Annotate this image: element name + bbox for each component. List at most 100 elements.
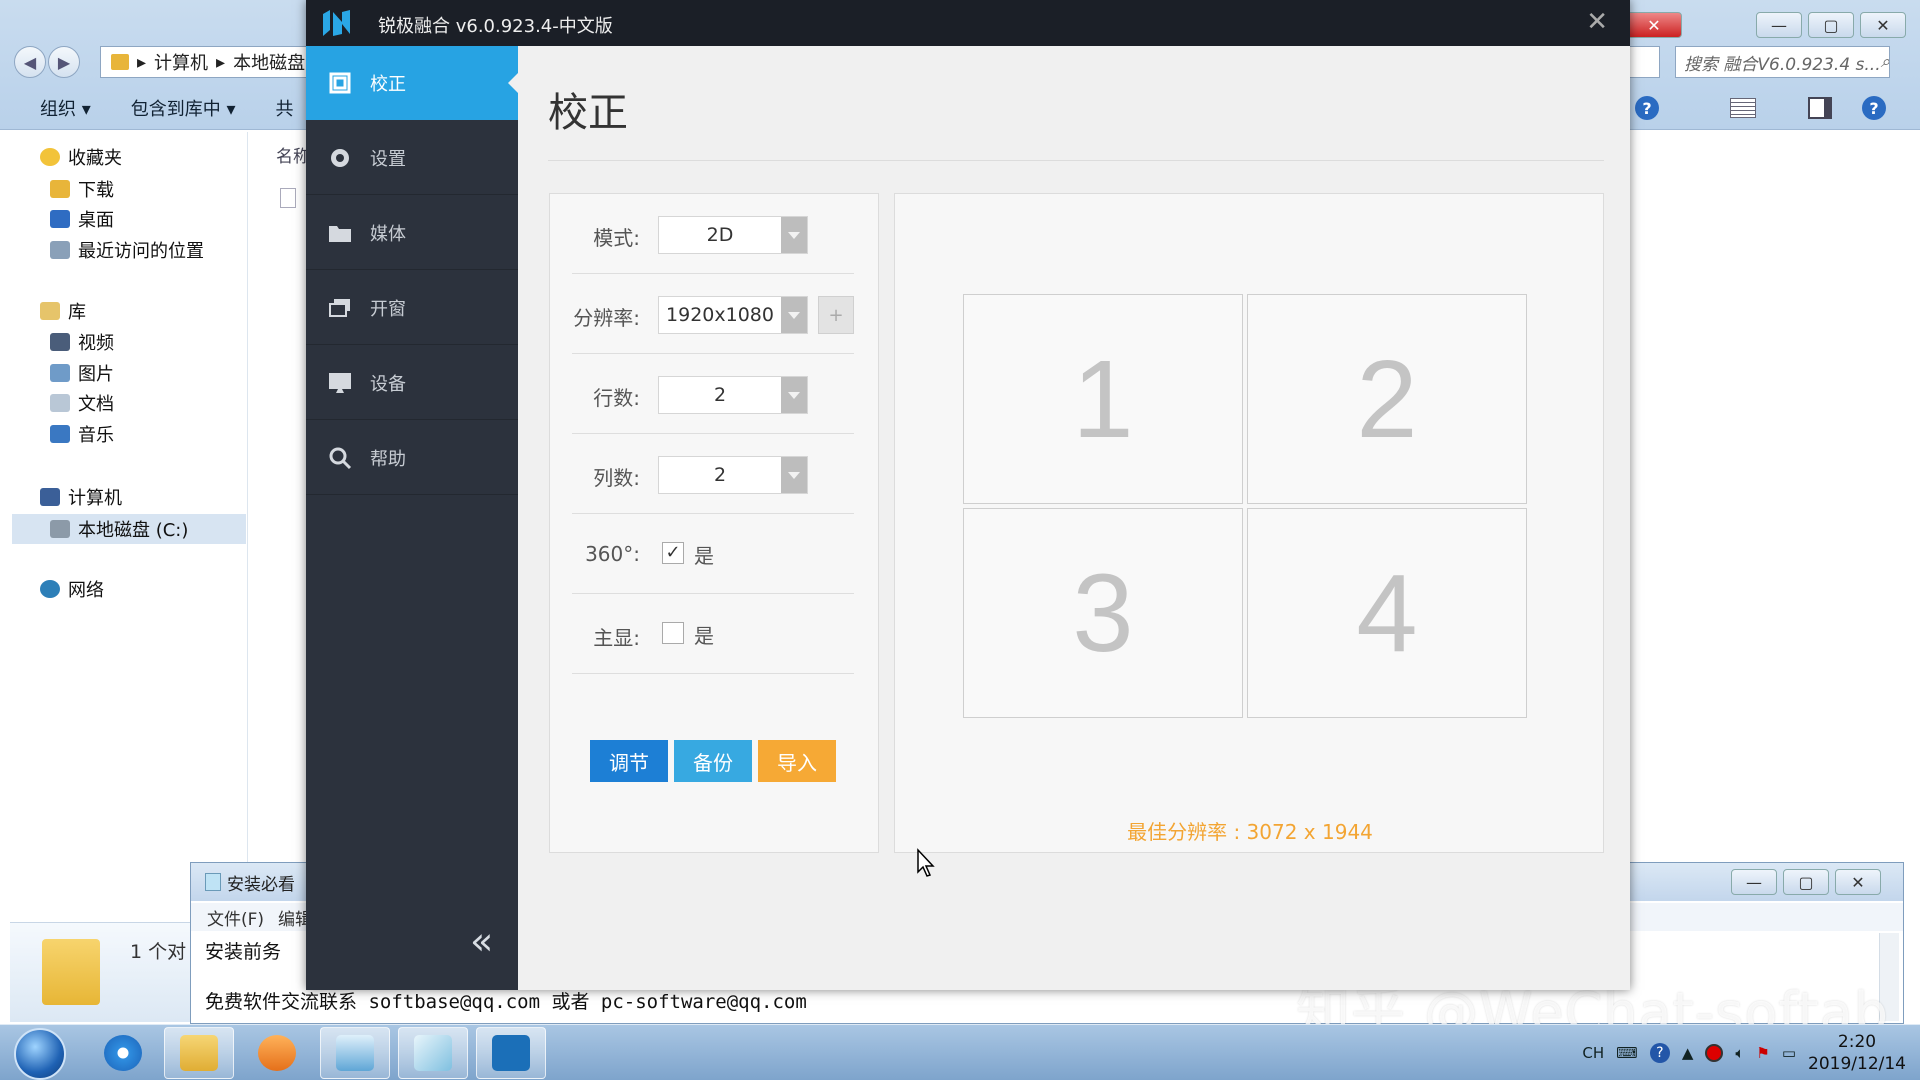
help-icon[interactable]: ? [1862, 96, 1886, 120]
taskbar-media-player[interactable] [242, 1027, 312, 1079]
nav-downloads[interactable]: 下载 [50, 176, 114, 202]
pictures-icon [50, 364, 70, 382]
screen-cell[interactable]: 2 [1247, 294, 1527, 504]
columns-label: 列数: [593, 466, 640, 490]
taskbar: CH ⌨ ? ▲ 🔈︎ ⚑ ▭ 2:20 2019/12/14 [0, 1024, 1920, 1080]
columns-value: 2 [713, 464, 727, 486]
clock[interactable]: 2:20 2019/12/14 [1808, 1031, 1906, 1075]
share-menu[interactable]: 共 [276, 95, 294, 121]
nav-documents[interactable]: 文档 [50, 390, 114, 416]
record-icon[interactable] [1705, 1044, 1724, 1062]
sidebar-item-settings[interactable]: 设置 [306, 121, 518, 195]
include-in-library-menu[interactable]: 包含到库中 ▾ [131, 95, 236, 121]
video-icon [50, 333, 70, 351]
sidebar-item-help[interactable]: 帮助 [306, 421, 518, 495]
notepad-line[interactable]: 安装前务 [205, 937, 281, 964]
nav-pictures[interactable]: 图片 [50, 360, 114, 386]
breadcrumb-sep-icon: ▸ [216, 51, 226, 73]
search-input[interactable]: 搜索 融合V6.0.923.4 s... ⌕ [1675, 46, 1890, 78]
start-button[interactable] [14, 1028, 66, 1080]
chevron-up-icon[interactable]: ▲ [1682, 1044, 1694, 1062]
screen-preview-panel: 1 2 3 4 最佳分辨率 : 3072 x 1944 [894, 193, 1604, 853]
columns-select[interactable]: 2 [658, 456, 808, 494]
notepad-line[interactable]: 免费软件交流联系 softbase@qq.com 或者 pc-software@… [205, 987, 807, 1014]
sidebar-item-calibrate[interactable]: 校正 [306, 46, 518, 120]
sidebar-item-media[interactable]: 媒体 [306, 196, 518, 270]
r360-checkbox[interactable]: ✓ [662, 542, 684, 564]
volume-icon[interactable]: 🔈︎ [1735, 1044, 1744, 1062]
resolution-select[interactable]: 1920x1080 [658, 296, 808, 334]
flag-icon[interactable]: ⚑ [1756, 1044, 1769, 1062]
form-row-resolution: 分辨率: 1920x1080 + [572, 274, 854, 354]
nav-desktop[interactable]: 桌面 [50, 206, 114, 232]
taskbar-ruiji[interactable] [476, 1027, 546, 1079]
close-button[interactable]: ✕ [1860, 12, 1906, 38]
taskbar-app-2[interactable] [320, 1027, 390, 1079]
forward-button[interactable]: ▶ [48, 46, 80, 78]
help-icon[interactable]: ? [1649, 1043, 1670, 1063]
help-icon[interactable]: ? [1635, 96, 1659, 120]
close-button[interactable]: ✕ [1626, 12, 1682, 38]
control-panel-icon [336, 1035, 374, 1071]
nav-libraries[interactable]: 库 [40, 298, 86, 324]
minimize-button[interactable]: — [1756, 12, 1802, 38]
mode-value: 2D [706, 224, 734, 246]
screen-cell[interactable]: 4 [1247, 508, 1527, 718]
notepad-icon [414, 1035, 452, 1071]
close-button[interactable]: ✕ [1586, 9, 1608, 35]
nav-computer[interactable]: 计算机 [40, 484, 122, 510]
nav-local-disk[interactable]: 本地磁盘 (C:) [12, 514, 246, 544]
taskbar-ie[interactable] [88, 1027, 158, 1079]
nav-music[interactable]: 音乐 [50, 421, 114, 447]
nav-label: 本地磁盘 (C:) [78, 520, 189, 541]
chevron-down-icon[interactable] [781, 297, 807, 333]
menu-file[interactable]: 文件(F) [207, 905, 264, 930]
nav-videos[interactable]: 视频 [50, 329, 114, 355]
breadcrumb-local-disk[interactable]: 本地磁盘 [233, 49, 305, 75]
screen-cell[interactable]: 1 [963, 294, 1243, 504]
adjust-button[interactable]: 调节 [590, 740, 668, 782]
close-button[interactable]: ✕ [1835, 869, 1881, 895]
organize-menu[interactable]: 组织 ▾ [40, 95, 91, 121]
minimize-button[interactable]: — [1731, 869, 1777, 895]
windows-icon [328, 296, 352, 320]
ie-icon [104, 1035, 142, 1071]
search-icon: ⌕ [1880, 52, 1890, 72]
view-options-icon[interactable] [1730, 98, 1756, 118]
folder-icon [180, 1035, 218, 1071]
chevron-down-icon[interactable] [781, 457, 807, 493]
rows-select[interactable]: 2 [658, 376, 808, 414]
add-resolution-button[interactable]: + [818, 296, 854, 334]
library-icon [40, 302, 60, 320]
back-button[interactable]: ◀ [14, 46, 46, 78]
sidebar-item-devices[interactable]: 设备 [306, 346, 518, 420]
language-indicator[interactable]: CH [1582, 1044, 1604, 1062]
primary-display-checkbox[interactable] [662, 622, 684, 644]
nav-recent[interactable]: 最近访问的位置 [50, 237, 204, 263]
taskbar-explorer[interactable] [164, 1027, 234, 1079]
maximize-button[interactable]: ▢ [1808, 12, 1854, 38]
chevron-down-icon[interactable] [781, 217, 807, 253]
taskbar-notepad[interactable] [398, 1027, 468, 1079]
app-titlebar: 锐极融合 v6.0.923.4-中文版 ✕ [306, 0, 1630, 46]
network-tray-icon[interactable]: ▭ [1782, 1044, 1796, 1062]
sidebar-item-windows[interactable]: 开窗 [306, 271, 518, 345]
primary-option-label: 是 [694, 624, 714, 648]
preview-pane-icon[interactable] [1808, 97, 1832, 119]
screen-cell[interactable]: 3 [963, 508, 1243, 718]
nav-network[interactable]: 网络 [40, 576, 104, 602]
mode-label: 模式: [593, 226, 640, 250]
maximize-button[interactable]: ▢ [1783, 869, 1829, 895]
nav-favorites[interactable]: 收藏夹 [40, 144, 122, 170]
backup-button[interactable]: 备份 [674, 740, 752, 782]
mouse-cursor-icon [917, 848, 935, 877]
mode-select[interactable]: 2D [658, 216, 808, 254]
chevron-down-icon[interactable] [781, 377, 807, 413]
column-header-name[interactable]: 名称 [276, 142, 310, 167]
nav-label: 音乐 [78, 425, 114, 446]
file-icon[interactable] [280, 188, 296, 208]
collapse-sidebar-icon[interactable]: « [470, 922, 493, 960]
keyboard-icon[interactable]: ⌨ [1616, 1044, 1638, 1062]
import-button[interactable]: 导入 [758, 740, 836, 782]
breadcrumb-computer[interactable]: 计算机 [154, 49, 208, 75]
